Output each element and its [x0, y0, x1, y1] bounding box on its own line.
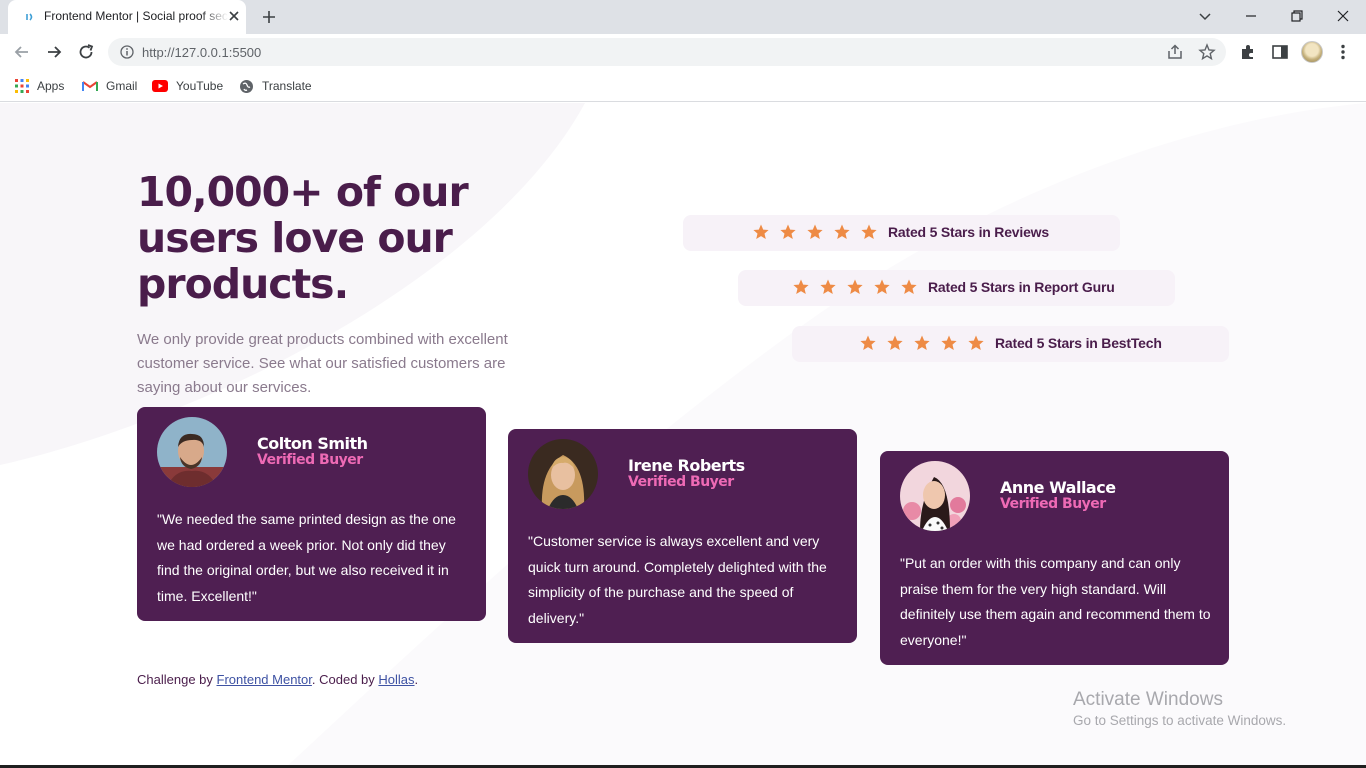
back-arrow-icon[interactable]	[12, 42, 32, 62]
rating-report-guru: Rated 5 Stars in Report Guru	[738, 270, 1175, 306]
extensions-puzzle-icon[interactable]	[1238, 42, 1258, 62]
more-menu-icon[interactable]	[1333, 42, 1353, 62]
watermark-title: Activate Windows	[1073, 689, 1223, 710]
star-rating	[753, 224, 877, 240]
star-rating	[793, 279, 917, 295]
url-text[interactable]: http://127.0.0.1:5500	[142, 45, 261, 60]
bookmark-label: Translate	[262, 79, 312, 93]
browser-tab-strip: Frontend Mentor | Social proof section	[0, 0, 1366, 34]
star-icon	[914, 335, 930, 350]
close-window-icon[interactable]	[1333, 6, 1353, 26]
bookmark-label: YouTube	[176, 79, 224, 93]
bookmark-translate[interactable]: Translate	[239, 76, 312, 96]
bookmark-youtube[interactable]: YouTube	[152, 76, 223, 96]
star-rating	[860, 335, 984, 351]
star-icon	[874, 279, 890, 294]
forward-arrow-icon[interactable]	[44, 42, 64, 62]
rating-text: Rated 5 Stars in Reviews	[888, 224, 1049, 240]
attribution-middle: . Coded by	[311, 672, 379, 687]
rating-text: Rated 5 Stars in Report Guru	[928, 279, 1115, 295]
browser-tab[interactable]: Frontend Mentor | Social proof section	[8, 0, 246, 34]
star-icon	[780, 224, 796, 239]
attribution: Challenge by Frontend Mentor. Coded by H…	[137, 672, 418, 687]
star-icon	[887, 335, 903, 350]
star-icon	[753, 224, 769, 239]
star-icon	[793, 279, 809, 294]
star-icon	[834, 224, 850, 239]
star-icon	[861, 224, 877, 239]
star-icon	[860, 335, 876, 350]
star-icon	[968, 335, 984, 350]
bookmark-star-icon[interactable]	[1198, 43, 1216, 61]
rating-reviews: Rated 5 Stars in Reviews	[683, 215, 1120, 251]
minimize-icon[interactable]	[1241, 6, 1261, 26]
new-tab-plus-icon[interactable]	[260, 8, 278, 26]
youtube-icon	[152, 80, 168, 92]
reviewer-name: Irene Roberts	[628, 456, 745, 475]
testimonial-card-irene: Irene Roberts Verified Buyer "Customer s…	[508, 429, 857, 643]
testimonial-quote: "Customer service is always excellent an…	[528, 533, 827, 626]
bookmark-apps[interactable]: Apps	[15, 76, 64, 96]
rating-besttech: Rated 5 Stars in BestTech	[792, 326, 1229, 362]
testimonial-quote: "Put an order with this company and can …	[900, 555, 1211, 648]
gmail-icon	[82, 81, 98, 91]
intro-paragraph: We only provide great products combined …	[137, 331, 508, 396]
side-panel-icon[interactable]	[1270, 42, 1290, 62]
translate-globe-icon	[240, 79, 253, 93]
bookmarks-bar: Apps Gmail YouTube Translate	[0, 70, 1366, 102]
star-icon	[901, 279, 917, 294]
windows-activation-watermark: Activate Windows Go to Settings to activ…	[1073, 689, 1286, 728]
frontend-mentor-favicon-icon	[26, 13, 33, 21]
bookmark-gmail[interactable]: Gmail	[82, 76, 137, 96]
reviewer-role: Verified Buyer	[1000, 496, 1106, 512]
profile-avatar[interactable]	[1301, 41, 1323, 63]
star-icon	[941, 335, 957, 350]
star-icon	[847, 279, 863, 294]
reload-icon[interactable]	[76, 42, 96, 62]
reviewer-name: Colton Smith	[257, 434, 368, 453]
site-info-icon[interactable]	[120, 45, 134, 59]
share-icon[interactable]	[1166, 43, 1184, 61]
bookmark-label: Apps	[37, 79, 65, 93]
tab-search-chevron-icon[interactable]	[1195, 6, 1215, 26]
star-icon	[807, 224, 823, 239]
tab-title: Frontend Mentor | Social proof section	[44, 9, 228, 23]
watermark-subtitle: Go to Settings to activate Windows.	[1073, 713, 1287, 728]
author-link[interactable]: Hollas	[378, 672, 414, 687]
attribution-prefix: Challenge by	[137, 672, 217, 687]
frontend-mentor-link[interactable]: Frontend Mentor	[217, 672, 312, 687]
browser-toolbar: http://127.0.0.1:5500	[0, 34, 1366, 70]
avatar	[157, 417, 227, 487]
bookmark-label: Gmail	[106, 79, 138, 93]
avatar	[528, 439, 598, 509]
reviewer-role: Verified Buyer	[257, 452, 363, 468]
testimonial-card-colton: Colton Smith Verified Buyer "We needed t…	[137, 407, 486, 621]
reviewer-name: Anne Wallace	[1000, 478, 1116, 497]
close-tab-icon[interactable]	[226, 8, 242, 24]
restore-window-icon[interactable]	[1287, 6, 1307, 26]
star-icon	[820, 279, 836, 294]
apps-grid-icon	[15, 79, 29, 93]
reviewer-role: Verified Buyer	[628, 474, 734, 490]
address-bar[interactable]: http://127.0.0.1:5500	[108, 38, 1226, 66]
testimonial-quote: "We needed the same printed design as th…	[157, 511, 456, 604]
rating-text: Rated 5 Stars in BestTech	[995, 335, 1162, 351]
avatar	[900, 461, 970, 531]
testimonial-card-anne: Anne Wallace Verified Buyer "Put an orde…	[880, 451, 1229, 665]
page-headline: 10,000+ of our users love our products.	[137, 168, 469, 308]
attribution-suffix: .	[414, 672, 419, 687]
social-proof-page: 10,000+ of our users love our products. …	[0, 103, 1366, 768]
